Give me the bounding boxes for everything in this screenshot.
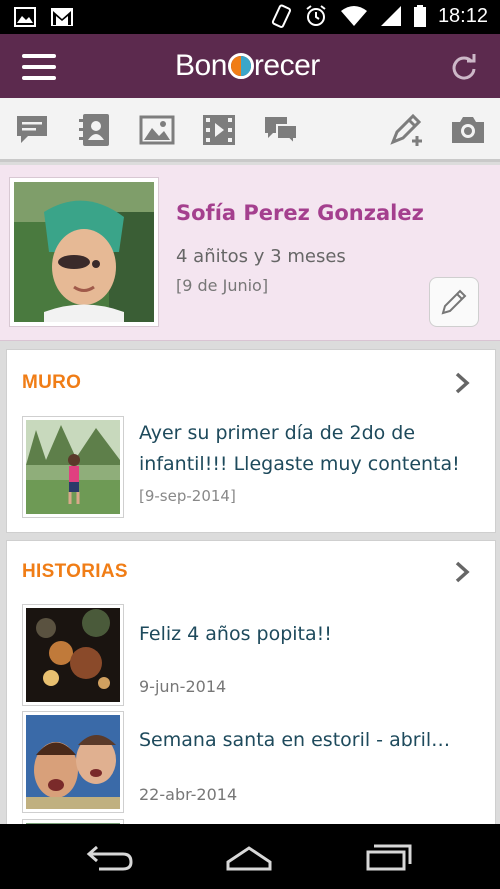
child-name: Sofía Perez Gonzalez [176, 201, 424, 225]
gmail-icon [51, 8, 73, 26]
menu-button[interactable] [22, 54, 56, 80]
alarm-icon [306, 5, 326, 26]
refresh-icon[interactable] [450, 53, 478, 81]
historias-title: HISTORIAS [22, 561, 128, 582]
hamburger-icon [22, 54, 56, 58]
muro-title: MURO [22, 372, 82, 393]
historia-title[interactable]: Semana santa en estoril - abril… [139, 725, 484, 756]
historia-date: 9-jun-2014 [139, 677, 227, 696]
app-bar: Bon recer [0, 34, 500, 98]
action-toolbar [0, 98, 500, 162]
logo-text-suffix: recer [253, 49, 320, 82]
child-profile: Sofía Perez Gonzalez 4 añitos y 3 meses … [0, 165, 500, 341]
logo-text-prefix: Bon [175, 49, 227, 82]
muro-entry-thumbnail[interactable] [22, 416, 124, 518]
clock: 18:12 [437, 4, 488, 27]
historias-card: HISTORIAS Feliz 4 años popita!! 9-jun-20… [6, 540, 496, 832]
edit-profile-button[interactable] [429, 277, 479, 327]
wifi-icon [340, 6, 367, 26]
child-age: 4 añitos y 3 meses [176, 246, 346, 267]
chat-icon[interactable] [263, 112, 299, 148]
chevron-right-icon[interactable] [453, 372, 471, 394]
profile-photo[interactable] [9, 177, 159, 327]
image-icon [14, 7, 36, 27]
logo-mark [227, 53, 254, 79]
write-icon[interactable] [389, 112, 425, 148]
historia-thumbnail[interactable] [22, 711, 124, 813]
system-nav-bar [0, 824, 500, 889]
signal-icon [380, 6, 401, 26]
historia-title[interactable]: Feliz 4 años popita!! [139, 619, 484, 650]
profile-photo-image [14, 182, 154, 322]
child-birthday: [9 de Junio] [176, 276, 269, 295]
photo-icon[interactable] [139, 112, 175, 148]
recents-icon[interactable] [364, 842, 414, 872]
historia-date: 22-abr-2014 [139, 785, 238, 804]
vibrate-icon [271, 4, 291, 28]
battery-icon [413, 5, 426, 27]
app-logo: Bon recer [175, 46, 320, 86]
muro-entry[interactable]: Ayer su primer día de 2do de infantil!!!… [139, 418, 481, 512]
home-icon[interactable] [224, 842, 274, 872]
muro-card: MURO Ayer su primer día de 2do de infant… [6, 349, 496, 533]
muro-entry-text: Ayer su primer día de 2do de infantil!!!… [139, 422, 460, 475]
camera-icon[interactable] [450, 112, 486, 148]
pencil-icon [441, 289, 467, 315]
status-bar: 18:12 [0, 0, 500, 34]
video-icon[interactable] [201, 112, 237, 148]
historia-thumbnail[interactable] [22, 604, 124, 706]
contacts-icon[interactable] [77, 112, 113, 148]
message-icon[interactable] [14, 112, 50, 148]
back-icon[interactable] [85, 842, 135, 872]
chevron-right-icon[interactable] [453, 561, 471, 583]
muro-entry-date: [9-sep-2014] [139, 487, 236, 505]
